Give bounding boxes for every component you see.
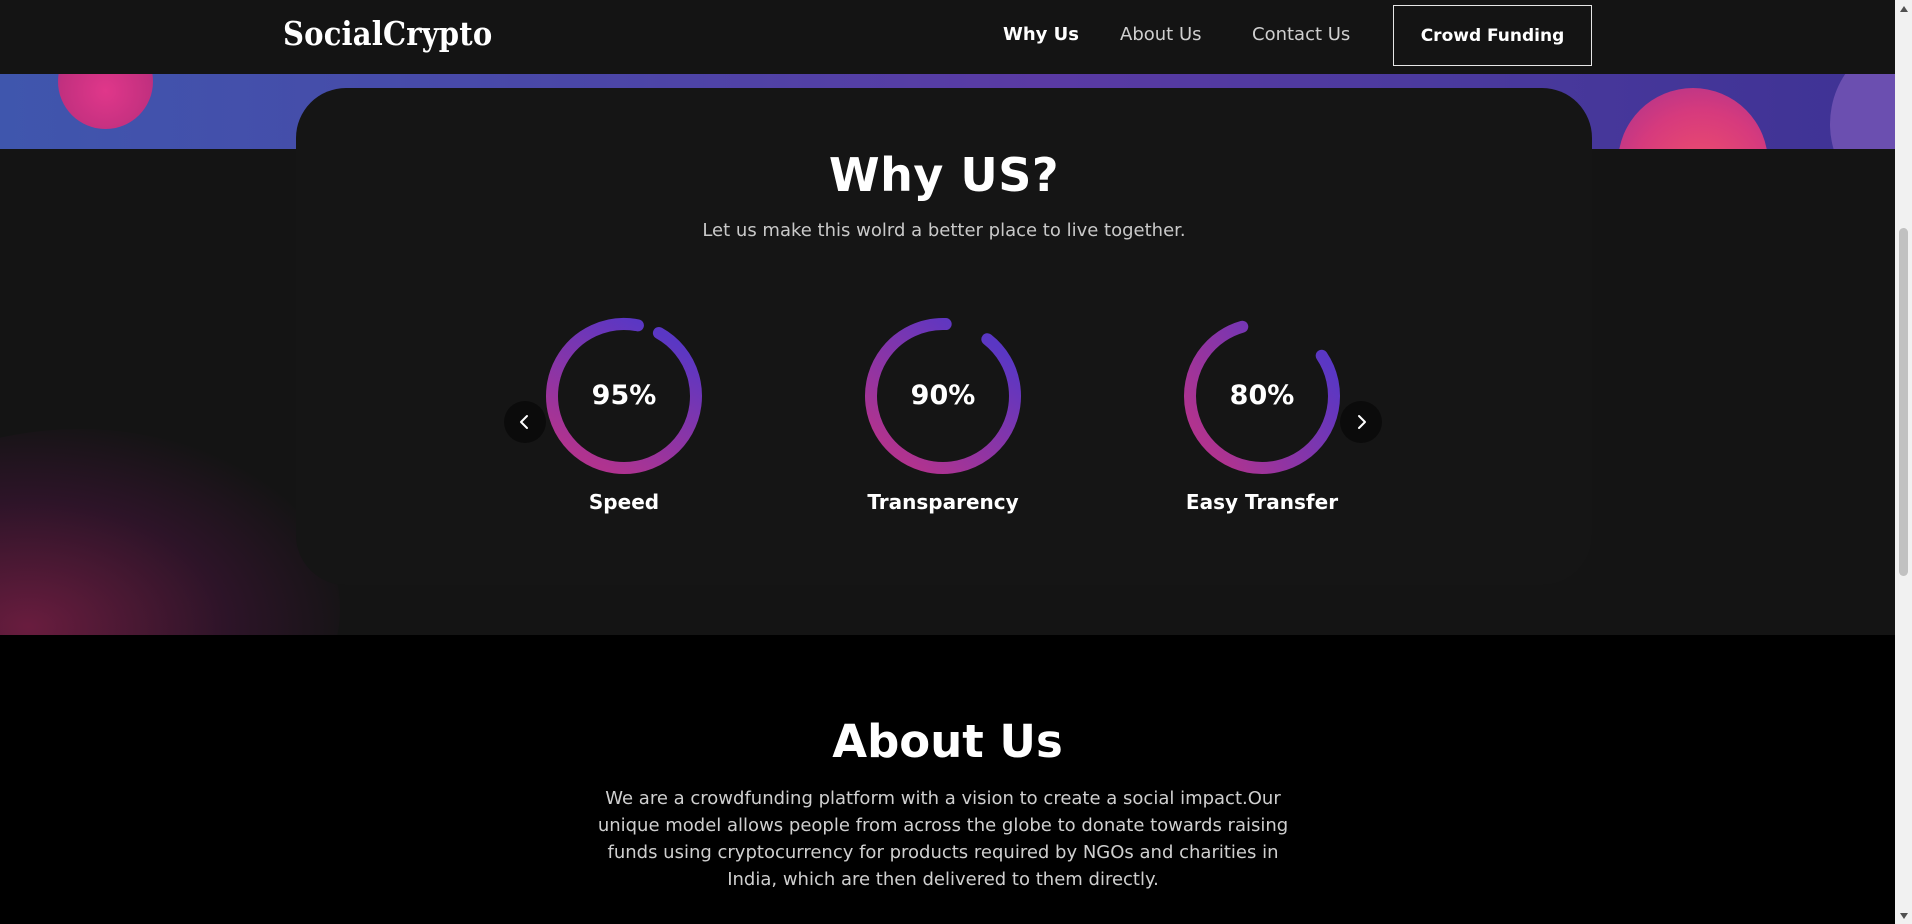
- progress-ring: 80%: [1182, 316, 1342, 476]
- stat-label: Transparency: [867, 490, 1019, 514]
- stat-value: 95%: [591, 380, 657, 411]
- why-us-title: Why US?: [828, 148, 1060, 202]
- why-us-subtitle: Let us make this wolrd a better place to…: [702, 220, 1186, 241]
- carousel-next-button[interactable]: [1340, 401, 1382, 443]
- about-us-section: About Us We are a crowdfunding platform …: [0, 635, 1895, 924]
- about-us-text: We are a crowdfunding platform with a vi…: [597, 788, 1289, 890]
- nav-about-us[interactable]: About Us: [1120, 24, 1202, 45]
- stat-label: Easy Transfer: [1185, 490, 1339, 514]
- site-logo[interactable]: SocialCrypto: [283, 14, 492, 53]
- progress-ring: 90%: [863, 316, 1023, 476]
- arrow-down-icon: [1899, 912, 1908, 919]
- why-us-card: Why US? Let us make this wolrd a better …: [296, 88, 1592, 585]
- chevron-left-icon: [520, 415, 528, 429]
- scroll-thumb[interactable]: [1899, 228, 1908, 576]
- nav-contact-us[interactable]: Contact Us: [1252, 24, 1350, 45]
- decorative-blob: [58, 74, 153, 129]
- stat-label: Speed: [588, 490, 660, 514]
- stat-value: 80%: [1229, 380, 1295, 411]
- progress-ring: 95%: [544, 316, 704, 476]
- chevron-right-icon: [1358, 415, 1366, 429]
- nav-why-us[interactable]: Why Us: [1003, 24, 1079, 45]
- stat-item: 95% Speed: [539, 316, 709, 514]
- scroll-down-button[interactable]: [1895, 907, 1912, 924]
- crowd-funding-button[interactable]: Crowd Funding: [1393, 5, 1592, 66]
- decorative-glow: [0, 429, 340, 635]
- about-us-title: About Us: [832, 715, 1063, 768]
- site-header: SocialCrypto Why Us About Us Contact Us …: [0, 0, 1895, 74]
- decorative-blob: [1618, 88, 1768, 149]
- page-scrollbar[interactable]: [1895, 0, 1912, 924]
- decorative-blob: [1830, 74, 1895, 149]
- page: Why US? Let us make this wolrd a better …: [0, 0, 1895, 924]
- stat-item: 90% Transparency: [858, 316, 1028, 514]
- stat-value: 90%: [910, 380, 976, 411]
- stat-item: 80% Easy Transfer: [1177, 316, 1347, 514]
- scroll-up-button[interactable]: [1895, 0, 1912, 17]
- arrow-up-icon: [1899, 5, 1908, 12]
